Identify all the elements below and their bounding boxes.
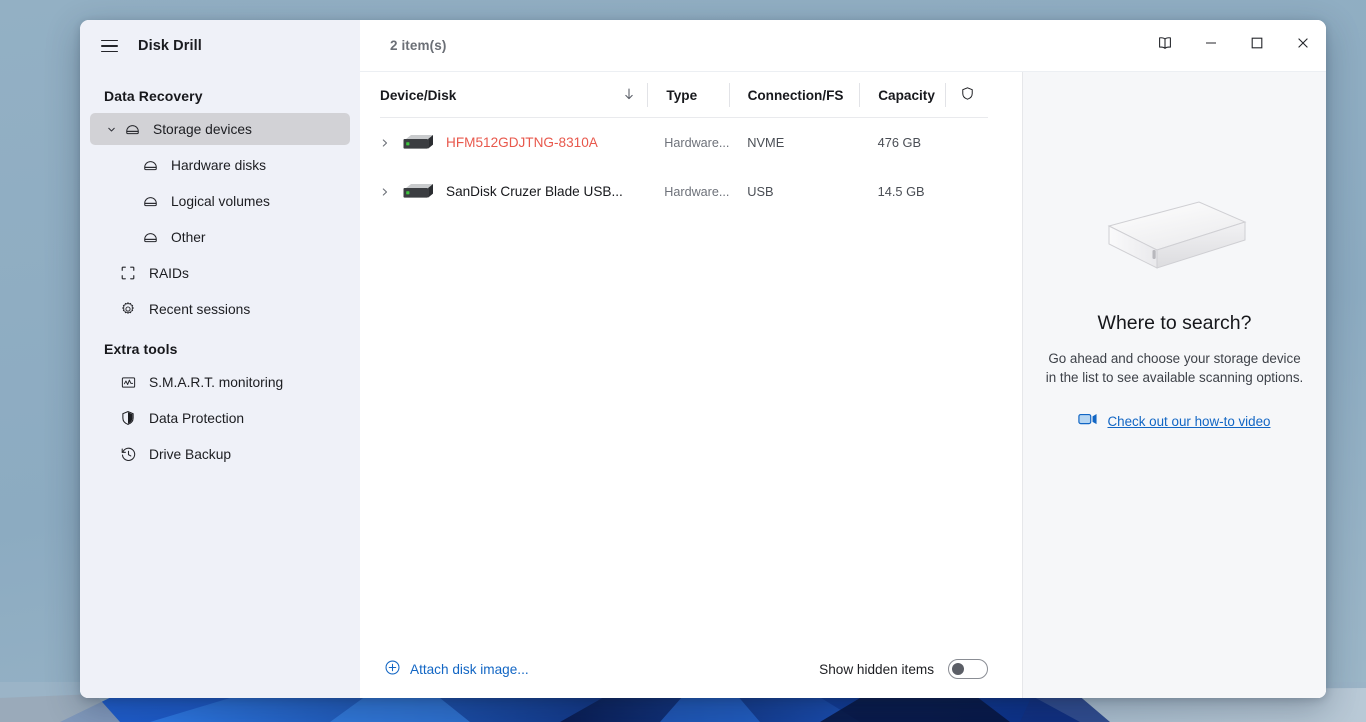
show-hidden-items-label: Show hidden items — [819, 661, 934, 677]
column-header-protection[interactable] — [945, 83, 988, 107]
sidebar-item-label: Data Protection — [149, 410, 245, 426]
chevron-right-icon[interactable] — [380, 186, 396, 198]
hdd-icon — [402, 133, 434, 153]
chevron-down-icon — [102, 124, 120, 135]
smart-monitor-icon — [116, 372, 140, 392]
sidebar-section-extra-tools: Extra tools — [104, 341, 178, 357]
sidebar-item-drive-backup[interactable]: Drive Backup — [90, 438, 350, 470]
close-button[interactable] — [1280, 20, 1326, 72]
attach-disk-image-label: Attach disk image... — [410, 661, 529, 677]
sidebar-item-label: RAIDs — [149, 265, 189, 281]
sidebar-item-label: Recent sessions — [149, 301, 251, 317]
cell-type: Hardware... — [664, 135, 730, 150]
shield-half-icon — [116, 408, 140, 428]
column-header-label: Device/Disk — [380, 87, 457, 103]
table-header-row: Device/Disk Type Connection/FS Capacity — [360, 72, 1022, 118]
attach-disk-image-button[interactable]: Attach disk image... — [384, 659, 529, 679]
disk-icon — [138, 191, 162, 211]
sidebar-item-label: S.M.A.R.T. monitoring — [149, 374, 284, 390]
arrow-down-icon — [623, 87, 635, 103]
video-camera-icon — [1078, 412, 1098, 431]
disk-icon — [120, 119, 144, 139]
sidebar-item-logical-volumes[interactable]: Logical volumes — [90, 185, 350, 217]
sidebar-item-other[interactable]: Other — [90, 221, 350, 253]
cell-device: SanDisk Cruzer Blade USB... — [380, 167, 646, 216]
hdd-icon — [402, 182, 434, 202]
info-panel-title: Where to search? — [1097, 312, 1252, 334]
cell-connection: NVME — [747, 135, 785, 150]
sidebar-item-recent-sessions[interactable]: Recent sessions — [90, 293, 350, 325]
window-titlebar: 2 item(s) — [360, 20, 1326, 72]
column-header-type[interactable]: Type — [647, 83, 728, 107]
shield-icon — [960, 86, 975, 104]
disk-drill-window: Disk Drill Data Recovery Storage devices… — [80, 20, 1326, 698]
device-name: HFM512GDJTNG-8310A — [446, 135, 598, 150]
cell-protection — [945, 118, 988, 167]
sidebar-item-storage-devices[interactable]: Storage devices — [90, 113, 350, 145]
sidebar-item-smart-monitoring[interactable]: S.M.A.R.T. monitoring — [90, 366, 350, 398]
minimize-icon — [1204, 36, 1218, 55]
help-book-button[interactable] — [1142, 20, 1188, 72]
chevron-right-icon[interactable] — [380, 137, 396, 149]
table-row[interactable]: SanDisk Cruzer Blade USB... Hardware... … — [360, 167, 1022, 216]
close-icon — [1296, 36, 1310, 55]
book-icon — [1156, 34, 1174, 57]
column-header-label: Connection/FS — [747, 87, 844, 103]
table-bottom-bar: Attach disk image... Show hidden items — [360, 640, 1022, 698]
column-header-label: Type — [666, 87, 698, 103]
toggle-knob — [952, 663, 964, 675]
sidebar-item-raids[interactable]: RAIDs — [90, 257, 350, 289]
maximize-button[interactable] — [1234, 20, 1280, 72]
table-row[interactable]: HFM512GDJTNG-8310A Hardware... NVME 476 … — [360, 118, 1022, 167]
sidebar-header: Disk Drill — [80, 20, 360, 72]
sidebar-item-hardware-disks[interactable]: Hardware disks — [90, 149, 350, 181]
cell-connection: USB — [747, 184, 774, 199]
content-row: Device/Disk Type Connection/FS Capacity — [360, 72, 1326, 698]
cell-type: Hardware... — [664, 184, 730, 199]
gear-icon — [116, 299, 140, 319]
info-panel-description: Go ahead and choose your storage device … — [1045, 351, 1304, 386]
sidebar-item-label: Drive Backup — [149, 446, 232, 462]
clock-history-icon — [116, 444, 140, 464]
hamburger-icon[interactable] — [92, 29, 126, 63]
device-table-panel: Device/Disk Type Connection/FS Capacity — [360, 72, 1023, 698]
disk-icon — [138, 155, 162, 175]
sidebar-item-label: Logical volumes — [171, 193, 270, 209]
sidebar-item-data-protection[interactable]: Data Protection — [90, 402, 350, 434]
device-name: SanDisk Cruzer Blade USB... — [446, 184, 623, 199]
maximize-icon — [1250, 36, 1264, 55]
info-panel: Where to search? Go ahead and choose you… — [1023, 72, 1326, 698]
sidebar: Disk Drill Data Recovery Storage devices… — [80, 20, 360, 698]
sidebar-item-label: Storage devices — [153, 121, 252, 137]
cell-capacity: 14.5 GB — [877, 184, 925, 199]
minimize-button[interactable] — [1188, 20, 1234, 72]
raid-icon — [116, 263, 140, 283]
plus-circle-icon — [384, 659, 401, 679]
column-header-device[interactable]: Device/Disk — [380, 83, 647, 107]
cell-capacity: 476 GB — [877, 135, 922, 150]
column-header-capacity[interactable]: Capacity — [859, 83, 945, 107]
show-hidden-items-toggle[interactable] — [948, 659, 988, 679]
cell-device: HFM512GDJTNG-8310A — [380, 118, 646, 167]
how-to-video-link[interactable]: Check out our how-to video — [1078, 412, 1271, 431]
sidebar-item-label: Other — [171, 229, 206, 245]
app-title: Disk Drill — [138, 38, 202, 54]
external-drive-illustration — [1095, 192, 1255, 284]
column-header-label: Capacity — [878, 87, 935, 103]
column-header-connection[interactable]: Connection/FS — [728, 83, 860, 107]
sidebar-item-label: Hardware disks — [171, 157, 267, 173]
table-empty-space — [360, 216, 1022, 640]
cell-protection — [945, 167, 988, 216]
item-count-label: 2 item(s) — [390, 38, 447, 53]
disk-icon — [138, 227, 162, 247]
main-area: 2 item(s) Device/Disk Type Connection/FS… — [360, 20, 1326, 698]
sidebar-section-data-recovery: Data Recovery — [104, 88, 203, 104]
how-to-video-link-label: Check out our how-to video — [1107, 413, 1271, 429]
